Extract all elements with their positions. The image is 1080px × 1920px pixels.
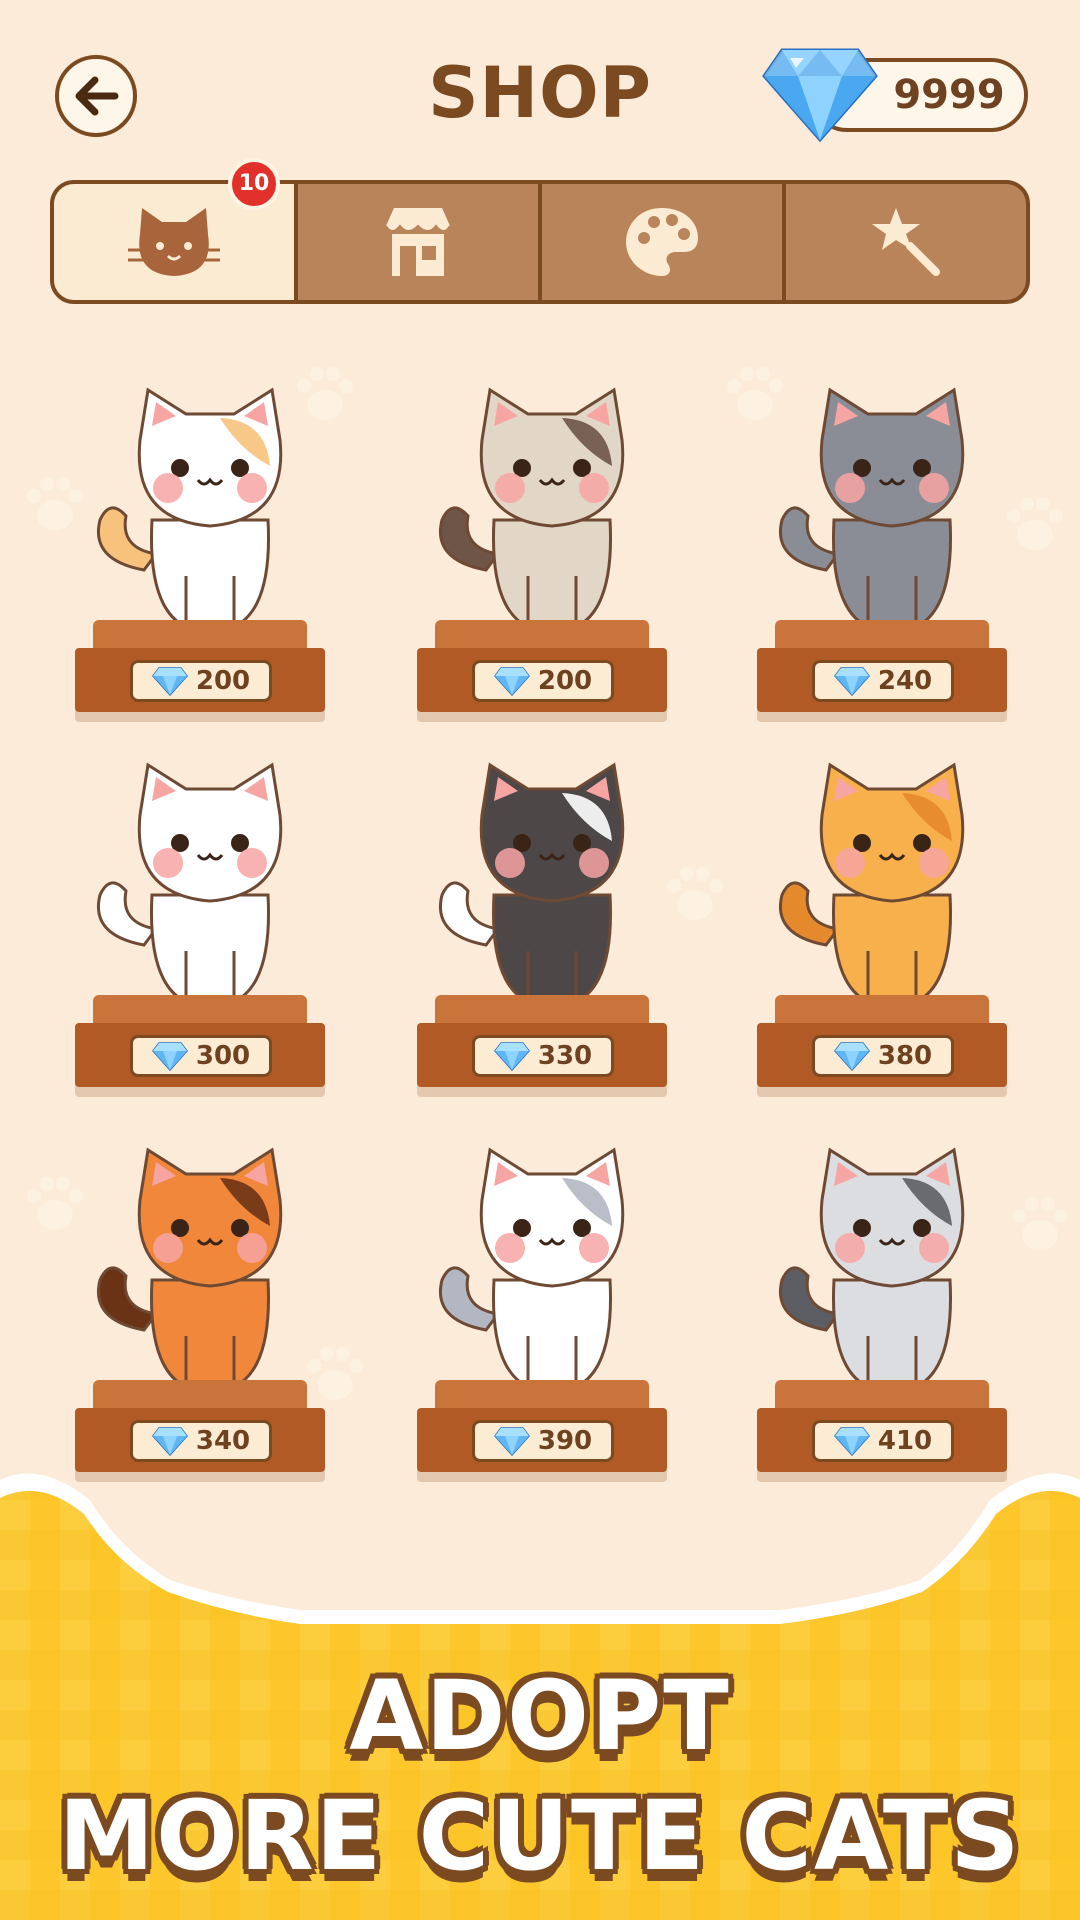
cat-price: 300	[195, 1041, 251, 1071]
cat-card[interactable]: 240	[752, 370, 1012, 730]
cat-card[interactable]: 300	[70, 745, 330, 1105]
cat-price: 240	[877, 666, 933, 696]
cat-face-icon	[128, 208, 220, 276]
cat-illustration	[97, 762, 290, 1015]
diamond-icon	[151, 1042, 188, 1071]
diamond-icon	[493, 667, 530, 696]
pedestal: 200	[417, 620, 667, 720]
pedestal: 380	[757, 995, 1007, 1095]
cat-card[interactable]: 340	[70, 1130, 330, 1490]
price-tag: 390	[472, 1420, 614, 1462]
price-tag: 300	[130, 1035, 272, 1077]
price-tag: 240	[812, 660, 954, 702]
cat-card[interactable]: 390	[412, 1130, 672, 1490]
pedestal: 200	[75, 620, 325, 720]
cat-price: 340	[195, 1426, 251, 1456]
cat-price: 390	[537, 1426, 593, 1456]
cat-card[interactable]: 200	[412, 370, 672, 730]
cat-illustration	[439, 1147, 632, 1400]
pedestal: 340	[75, 1380, 325, 1480]
storefront-icon	[385, 208, 451, 276]
price-tag: 410	[812, 1420, 954, 1462]
pedestal: 240	[757, 620, 1007, 720]
cat-illustration	[439, 762, 632, 1015]
pedestal: 330	[417, 995, 667, 1095]
banner-line1: ADOPT	[349, 1660, 731, 1772]
notification-badge: 10	[228, 158, 280, 210]
cat-illustration	[779, 762, 972, 1015]
arrow-left-icon	[75, 76, 119, 116]
cat-illustration	[779, 387, 972, 640]
cat-card[interactable]: 410	[752, 1130, 1012, 1490]
tab-shop-decor[interactable]	[298, 184, 542, 300]
diamond-icon	[762, 48, 878, 143]
page-title: SHOP	[428, 52, 652, 134]
cat-price: 380	[877, 1041, 933, 1071]
cat-price: 200	[195, 666, 251, 696]
tab-effects[interactable]	[786, 184, 1026, 300]
cat-card[interactable]: 200	[70, 370, 330, 730]
price-tag: 340	[130, 1420, 272, 1462]
cat-illustration	[439, 387, 632, 640]
cat-illustration	[779, 1147, 972, 1400]
price-tag: 200	[130, 660, 272, 702]
cat-card[interactable]: 380	[752, 745, 1012, 1105]
paw-print-decoration	[1012, 1197, 1068, 1250]
price-tag: 380	[812, 1035, 954, 1077]
diamond-icon	[833, 1427, 870, 1456]
magic-wand-icon	[872, 208, 940, 276]
gem-count: 9999	[893, 72, 1005, 118]
pedestal: 390	[417, 1380, 667, 1480]
diamond-icon	[151, 1427, 188, 1456]
diamond-icon	[833, 1042, 870, 1071]
category-tabs	[50, 180, 1030, 304]
banner-line2: MORE CUTE CATS	[58, 1780, 1022, 1892]
tab-themes[interactable]	[542, 184, 786, 300]
cat-price: 330	[537, 1041, 593, 1071]
cat-illustration	[97, 387, 290, 640]
diamond-icon	[151, 667, 188, 696]
price-tag: 200	[472, 660, 614, 702]
pedestal: 410	[757, 1380, 1007, 1480]
cat-price: 200	[537, 666, 593, 696]
cat-illustration	[97, 1147, 290, 1400]
diamond-icon	[493, 1042, 530, 1071]
palette-icon	[626, 208, 698, 276]
diamond-icon	[833, 667, 870, 696]
price-tag: 330	[472, 1035, 614, 1077]
diamond-icon	[493, 1427, 530, 1456]
back-button[interactable]	[55, 55, 137, 137]
pedestal: 300	[75, 995, 325, 1095]
cat-card[interactable]: 330	[412, 745, 672, 1105]
cat-price: 410	[877, 1426, 933, 1456]
